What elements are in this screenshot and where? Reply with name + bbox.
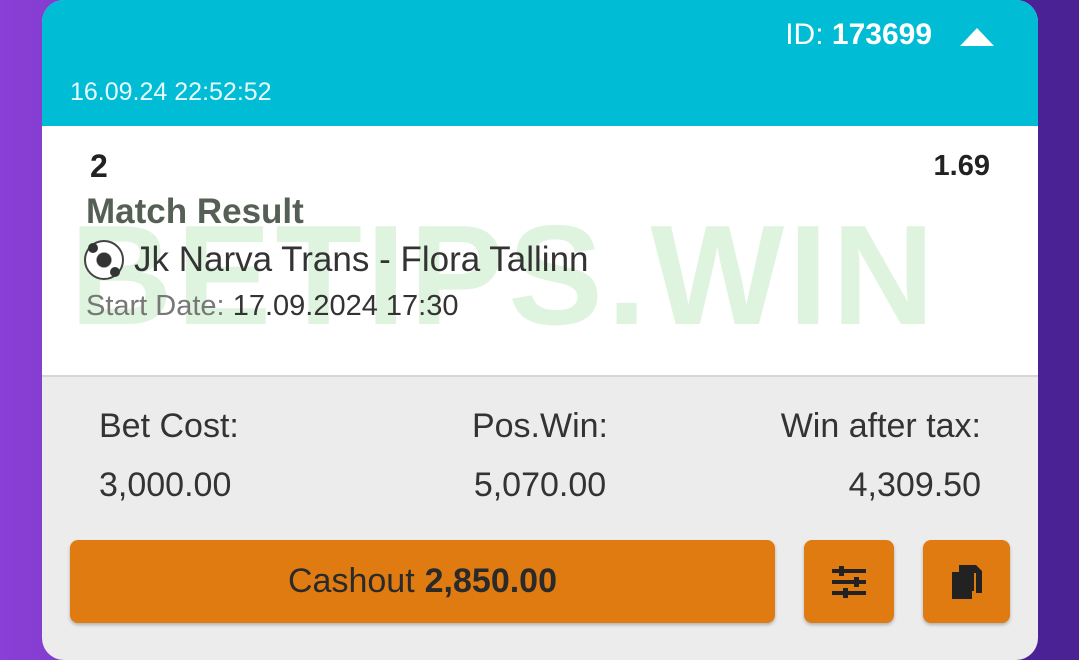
event-name: Jk Narva Trans - Flora Tallinn [134, 240, 589, 279]
bet-cost: Bet Cost: 3,000.00 [99, 407, 239, 505]
bet-selection: BETIPS.WIN 2 1.69 Match Result Jk Narva … [42, 126, 1038, 377]
win-after-tax-value: 4,309.50 [848, 466, 981, 504]
start-date: Start Date: 17.09.2024 17:30 [86, 290, 458, 323]
copy-button[interactable] [923, 540, 1010, 623]
pos-win-label: Pos.Win: [471, 407, 609, 445]
sliders-icon [832, 565, 866, 598]
bet-cost-label: Bet Cost: [99, 407, 239, 445]
bet-header: ID: 173699 16.09.24 22:52:52 [42, 0, 1038, 126]
start-date-label: Start Date: [86, 290, 225, 322]
copy-icon [951, 564, 982, 599]
win-after-tax-label: Win after tax: [780, 407, 981, 445]
bet-id-value: 173699 [831, 18, 932, 51]
bet-timestamp: 16.09.24 22:52:52 [70, 78, 272, 106]
soccer-ball-icon [84, 240, 124, 280]
bet-cost-value: 3,000.00 [99, 466, 232, 504]
selection-pick: 2 [90, 148, 108, 184]
market-name: Match Result [86, 192, 304, 231]
bet-id-label: ID: [785, 18, 824, 51]
bet-id: ID: 173699 [785, 18, 932, 52]
pos-win: Pos.Win: 5,070.00 [470, 407, 610, 505]
filter-button[interactable] [804, 540, 894, 623]
start-date-value: 17.09.2024 17:30 [232, 290, 459, 322]
cashout-amount: 2,850.00 [424, 562, 557, 600]
win-after-tax: Win after tax: 4,309.50 [781, 407, 981, 505]
event-row: Jk Narva Trans - Flora Tallinn [84, 240, 589, 280]
pos-win-value: 5,070.00 [473, 466, 607, 504]
cashout-label: Cashout [288, 562, 415, 600]
cashout-button[interactable]: Cashout 2,850.00 [70, 540, 775, 623]
selection-odds: 1.69 [933, 150, 990, 182]
bet-stats: Bet Cost: 3,000.00 Pos.Win: 5,070.00 Win… [42, 377, 1038, 527]
chevron-up-icon[interactable] [960, 28, 994, 46]
